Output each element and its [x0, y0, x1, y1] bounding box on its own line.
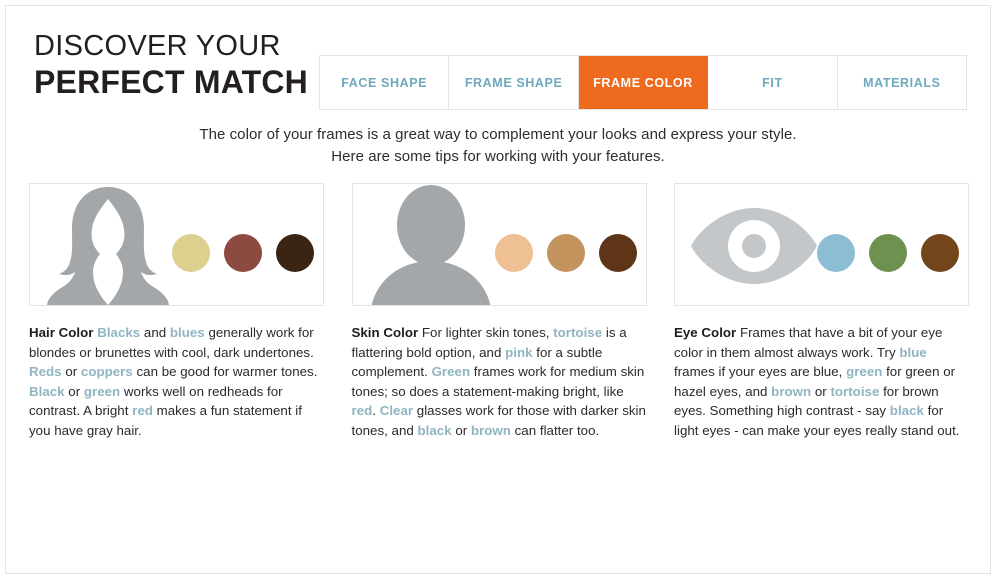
- highlight-term: tortoise: [553, 325, 603, 340]
- card-figure-skin-color: [351, 183, 647, 306]
- intro-line-2: Here are some tips for working with your…: [331, 148, 665, 165]
- highlight-term: black: [417, 422, 452, 438]
- card-hair-color: Hair Color Blacks and blues generally wo…: [29, 183, 324, 441]
- woman-silhouette-icon: [43, 184, 173, 305]
- highlight-term: Green: [431, 364, 471, 380]
- body-text: or: [61, 364, 81, 380]
- person-silhouette-icon: [366, 184, 496, 305]
- card-figure-hair-color: [29, 183, 324, 306]
- highlight-term: blues: [169, 325, 205, 340]
- category-tabs[interactable]: FACE SHAPE FRAME SHAPE FRAME COLOR FIT MATER…: [319, 55, 967, 110]
- highlight-term: Blacks: [97, 325, 141, 340]
- intro-text: The color of your frames is a great way …: [6, 124, 990, 168]
- body-text: and: [140, 325, 170, 340]
- highlight-term: red: [351, 403, 373, 419]
- highlight-term: pink: [505, 344, 533, 360]
- title-line-2: PERFECT MATCH: [34, 64, 308, 100]
- medium-skin-swatch[interactable]: [546, 234, 585, 272]
- highlight-term: brown: [771, 383, 812, 399]
- card-skin-color: Skin Color For lighter skin tones, torto…: [351, 183, 647, 441]
- card-heading: Eye Color: [674, 325, 740, 340]
- card-heading: Skin Color: [351, 325, 422, 340]
- body-text: or: [811, 383, 831, 399]
- dark-brown-swatch[interactable]: [276, 234, 314, 272]
- blonde-swatch[interactable]: [172, 234, 210, 272]
- eye-icon: [689, 206, 819, 286]
- body-text: or: [64, 383, 84, 399]
- body-text: can flatter too.: [510, 422, 600, 438]
- highlight-term: red: [132, 403, 153, 419]
- auburn-swatch[interactable]: [224, 234, 262, 272]
- color-swatches: [494, 234, 637, 272]
- card-heading: Hair Color: [29, 325, 98, 340]
- card-text-eye-color: Eye Color Frames that have a bit of your…: [674, 323, 969, 441]
- title-line-1: DISCOVER YOUR: [34, 30, 281, 62]
- body-text: .: [372, 403, 380, 419]
- page-title: DISCOVER YOUR PERFECT MATCH: [34, 29, 314, 101]
- highlight-term: green: [846, 364, 883, 380]
- highlight-term: Black: [29, 383, 65, 399]
- intro-line-1: The color of your frames is a great way …: [199, 126, 797, 143]
- body-text: or: [451, 422, 471, 438]
- tab-frame-color[interactable]: FRAME COLOR: [578, 56, 709, 109]
- light-skin-swatch[interactable]: [494, 234, 533, 272]
- brown-eye-swatch[interactable]: [921, 234, 959, 272]
- card-text-hair-color: Hair Color Blacks and blues generally wo…: [29, 323, 324, 441]
- tab-face-shape[interactable]: FACE SHAPE: [320, 56, 450, 109]
- color-swatches: [817, 234, 959, 272]
- card-figure-eye-color: [674, 183, 969, 306]
- body-text: For lighter skin tones,: [421, 325, 554, 340]
- green-eye-swatch[interactable]: [869, 234, 907, 272]
- blue-eye-swatch[interactable]: [817, 234, 855, 272]
- guide-page: DISCOVER YOUR PERFECT MATCH FACE SHAPE FR…: [5, 5, 991, 574]
- tab-materials[interactable]: MATERIALS: [837, 56, 967, 109]
- highlight-term: brown: [470, 422, 511, 438]
- card-text-skin-color: Skin Color For lighter skin tones, torto…: [352, 323, 647, 441]
- tab-fit[interactable]: FIT: [708, 56, 838, 109]
- page-header: DISCOVER YOUR PERFECT MATCH FACE SHAPE FR…: [6, 6, 990, 114]
- highlight-term: Clear: [379, 403, 414, 419]
- color-swatches: [172, 234, 314, 272]
- highlight-term: green: [83, 383, 121, 399]
- highlight-term: Reds: [29, 364, 62, 380]
- body-text: frames if your eyes are blue,: [674, 364, 847, 380]
- highlight-term: blue: [899, 344, 927, 360]
- dark-skin-swatch[interactable]: [598, 234, 637, 272]
- highlight-term: coppers: [80, 364, 133, 380]
- tips-cards: Hair Color Blacks and blues generally wo…: [29, 183, 969, 441]
- body-text: can be good for warmer tones.: [132, 364, 318, 380]
- highlight-term: black: [889, 403, 924, 419]
- tab-frame-shape[interactable]: FRAME SHAPE: [449, 56, 579, 109]
- highlight-term: tortoise: [830, 383, 880, 399]
- card-eye-color: Eye Color Frames that have a bit of your…: [674, 183, 969, 441]
